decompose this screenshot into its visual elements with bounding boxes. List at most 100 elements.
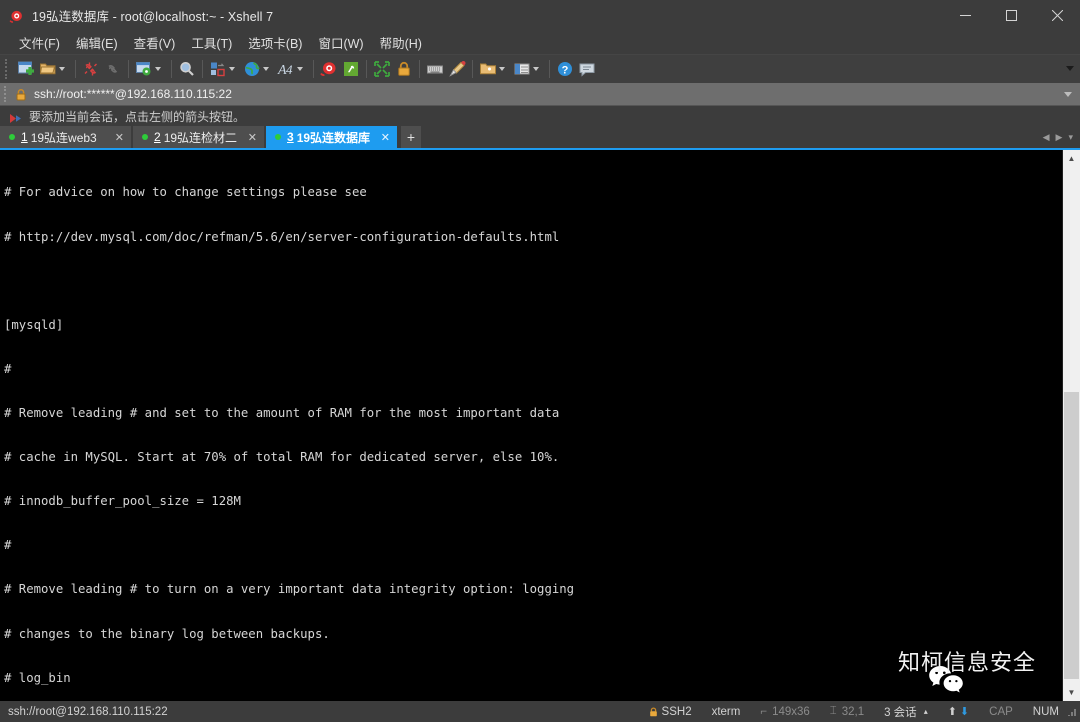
fullscreen-button[interactable]: [371, 57, 393, 81]
status-terminal-type: xterm: [711, 705, 741, 718]
menu-file[interactable]: 文件(F): [12, 31, 67, 54]
terminal-size-icon: ⌐: [760, 705, 768, 718]
terminal-area: # For advice on how to change settings p…: [0, 148, 1080, 701]
address-bar-grip[interactable]: [4, 86, 10, 102]
status-protocol: SSH2: [639, 706, 702, 718]
cursor-pos-icon: ⌶: [829, 705, 837, 717]
tab-prev-icon[interactable]: ◀: [1040, 132, 1053, 143]
add-folder-button[interactable]: [477, 57, 511, 81]
scroll-up-button[interactable]: ▲: [1063, 150, 1080, 167]
tab-close-icon[interactable]: ✕: [105, 131, 127, 144]
layout-button[interactable]: [511, 57, 545, 81]
menu-tabs[interactable]: 选项卡(B): [241, 31, 309, 54]
toolbar-grip[interactable]: [5, 59, 11, 79]
address-chevron-down-icon[interactable]: [1064, 92, 1072, 97]
open-session-button[interactable]: [37, 57, 71, 81]
status-cursor-label: 32,1: [841, 705, 865, 718]
font-icon: A 4: [277, 60, 295, 78]
tab-19hongdatabase[interactable]: 3 19弘连数据库 ✕: [266, 126, 397, 148]
chevron-down-icon[interactable]: [297, 67, 303, 71]
chevron-down-icon[interactable]: [229, 67, 235, 71]
chevron-down-icon[interactable]: [499, 67, 505, 71]
window-controls: [942, 0, 1080, 31]
toolbar-overflow-chevron-down-icon[interactable]: [1066, 66, 1074, 71]
toolbar-separator: [472, 60, 473, 78]
scrollbar-thumb[interactable]: [1064, 392, 1079, 679]
tab-navigation: ◀ ▶ ▾: [1040, 126, 1076, 148]
terminal-scrollbar[interactable]: ▲ ▼: [1062, 150, 1080, 701]
tab-index: 1: [21, 130, 28, 144]
scrollbar-track[interactable]: [1063, 167, 1080, 684]
chevron-down-icon[interactable]: [533, 67, 539, 71]
tab-19hongweb3[interactable]: 1 19弘连web3 ✕: [0, 126, 131, 148]
globe-button[interactable]: [241, 57, 275, 81]
lock-button[interactable]: [393, 57, 415, 81]
tab-status-dot-icon: [142, 134, 148, 140]
status-sessions[interactable]: 3 会话 ▴: [874, 704, 938, 720]
window-title: 19弘连数据库 - root@localhost:~ - Xshell 7: [32, 10, 274, 24]
chevron-down-icon[interactable]: [59, 67, 65, 71]
menu-window[interactable]: 窗口(W): [311, 31, 370, 54]
maximize-button[interactable]: [988, 0, 1034, 31]
status-protocol-label: SSH2: [661, 705, 692, 718]
globe-icon: [243, 60, 261, 78]
keyboard-button[interactable]: [424, 57, 446, 81]
sessions-caret-up-icon[interactable]: ▴: [924, 707, 928, 716]
lock-icon: [395, 60, 413, 78]
toolbar-separator: [202, 60, 203, 78]
xftp-button[interactable]: [340, 57, 362, 81]
menu-help[interactable]: 帮助(H): [373, 31, 429, 54]
tab-status-dot-icon: [275, 134, 281, 140]
resize-grip-icon[interactable]: [1065, 706, 1077, 718]
new-session-button[interactable]: [15, 57, 37, 81]
terminal-line: # log_bin: [4, 670, 71, 685]
font-button[interactable]: A 4: [275, 57, 309, 81]
reconnect-icon: [104, 60, 122, 78]
chevron-down-icon[interactable]: [155, 67, 161, 71]
transfer-file-button[interactable]: [207, 57, 241, 81]
toolbar-separator: [419, 60, 420, 78]
address-input[interactable]: ssh://root:******@192.168.110.115:22: [34, 87, 232, 101]
highlight-pen-button[interactable]: [446, 57, 468, 81]
help-button[interactable]: ?: [554, 57, 576, 81]
scroll-down-button[interactable]: ▼: [1063, 684, 1080, 701]
menu-edit[interactable]: 编辑(E): [69, 31, 125, 54]
menu-tools[interactable]: 工具(T): [184, 31, 239, 54]
minimize-button[interactable]: [942, 0, 988, 31]
tab-bar: 1 19弘连web3 ✕ 2 19弘连检材二 ✕ 3 19弘连数据库 ✕ + ◀…: [0, 126, 1080, 148]
reconnect-button[interactable]: [102, 57, 124, 81]
status-connection: ssh://root@192.168.110.115:22: [8, 705, 168, 718]
fullscreen-icon: [373, 60, 391, 78]
status-transfer-indicators: ⬆ ⬇: [938, 705, 979, 718]
tab-next-icon[interactable]: ▶: [1053, 132, 1066, 143]
xshell-button[interactable]: [318, 57, 340, 81]
tab-label: 19弘连检材二: [163, 130, 238, 145]
xshell-window: 19弘连数据库 - root@localhost:~ - Xshell 7 文件…: [0, 0, 1080, 722]
tab-list-chevron-down-icon[interactable]: ▾: [1065, 132, 1076, 143]
add-folder-icon: [479, 60, 497, 78]
layout-icon: [513, 60, 531, 78]
tab-label: 19弘连数据库: [296, 130, 371, 145]
disconnect-button[interactable]: [80, 57, 102, 81]
tab-label: 19弘连web3: [30, 130, 97, 145]
address-bar[interactable]: ssh://root:******@192.168.110.115:22: [0, 83, 1080, 106]
chat-button[interactable]: [576, 57, 598, 81]
session-properties-button[interactable]: [133, 57, 167, 81]
menu-view[interactable]: 查看(V): [127, 31, 183, 54]
new-tab-button[interactable]: +: [401, 126, 421, 148]
chat-icon: [578, 60, 596, 78]
tab-close-icon[interactable]: ✕: [371, 131, 393, 144]
red-arrow-icon: [10, 111, 24, 123]
session-properties-icon: [135, 60, 153, 78]
tab-close-icon[interactable]: ✕: [238, 131, 260, 144]
terminal-line: # innodb_buffer_pool_size = 128M: [4, 494, 241, 509]
arrow-up-icon: ⬆: [947, 706, 957, 718]
find-button[interactable]: [176, 57, 198, 81]
terminal-screen[interactable]: # For advice on how to change settings p…: [0, 150, 1062, 701]
tab-19honginspect2[interactable]: 2 19弘连检材二 ✕: [133, 126, 264, 148]
status-caps-lock: CAP: [989, 705, 1013, 718]
tab-status-dot-icon: [9, 134, 15, 140]
keyboard-icon: [426, 60, 444, 78]
close-button[interactable]: [1034, 0, 1080, 31]
chevron-down-icon[interactable]: [263, 67, 269, 71]
